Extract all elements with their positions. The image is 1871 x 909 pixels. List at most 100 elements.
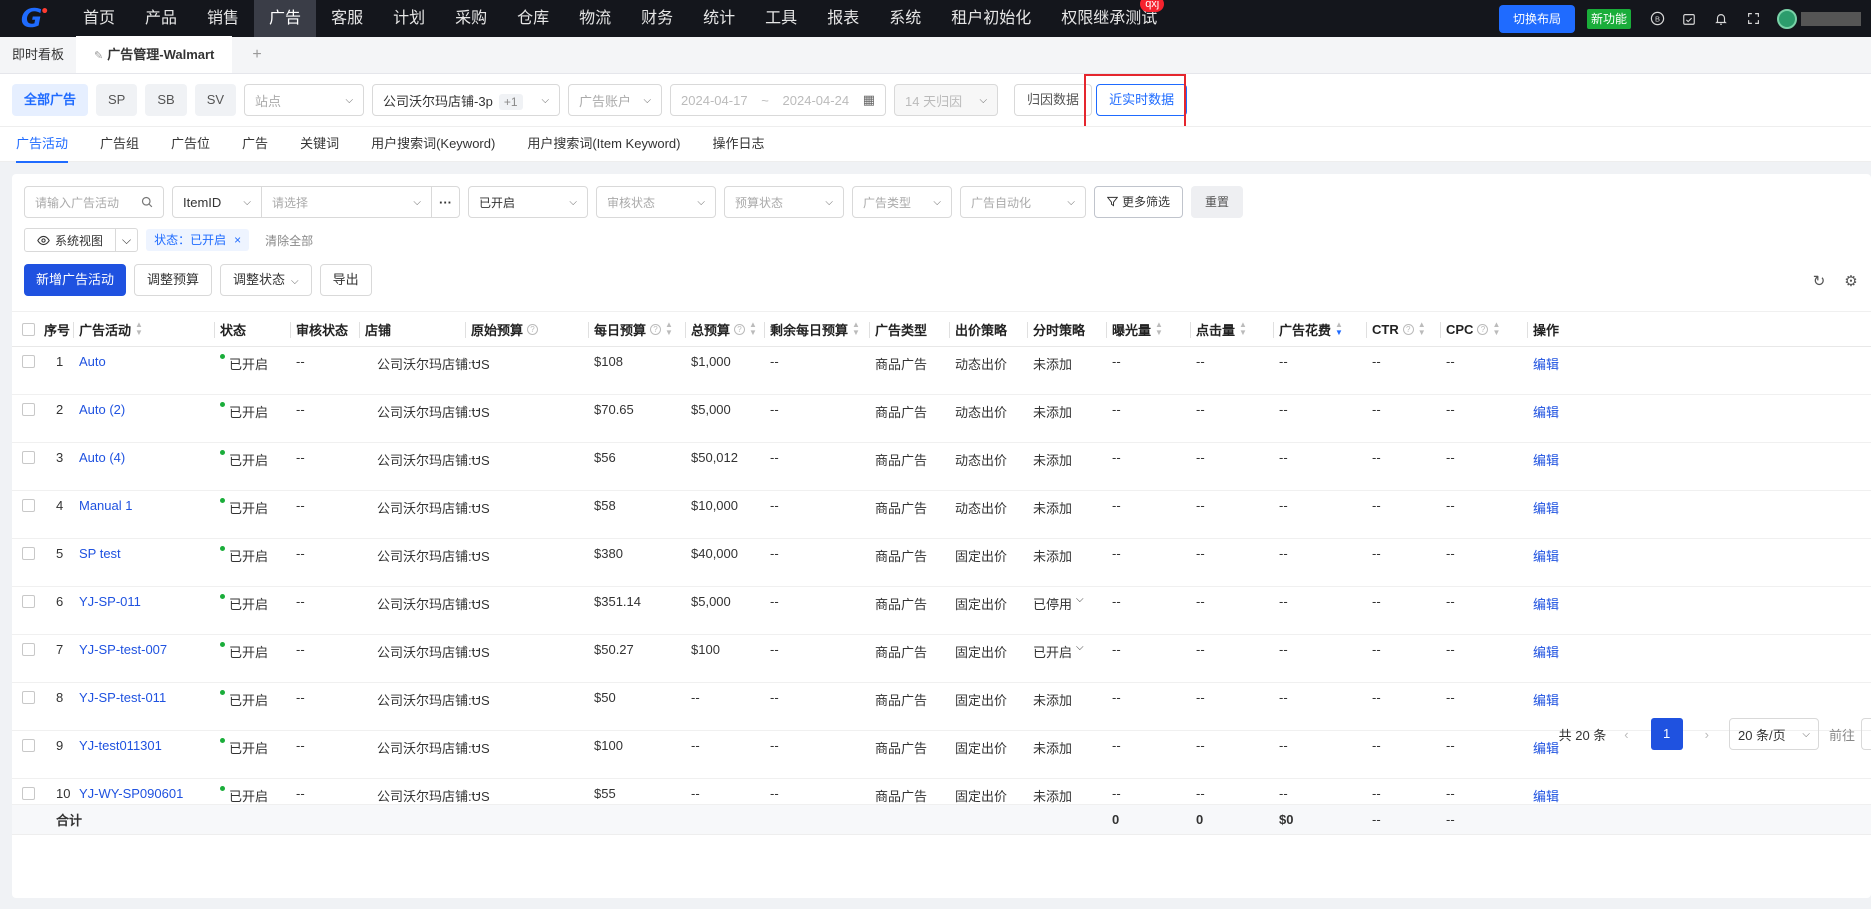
reset-button[interactable]: 重置 [1191, 186, 1244, 218]
status-select[interactable]: 已开启 ⌵ [468, 186, 588, 218]
row-checkbox[interactable] [22, 355, 35, 368]
nav-item[interactable]: 计划 [378, 0, 440, 37]
sort-icon[interactable]: ▲ ▼ [1335, 321, 1343, 337]
subtab[interactable]: 关键词 [300, 127, 339, 163]
new-campaign-button[interactable]: 新增广告活动 [24, 264, 127, 296]
help-circle-icon[interactable]: ? [527, 323, 539, 335]
export-button[interactable]: 导出 [319, 264, 372, 296]
nav-item[interactable]: 租户初始化 [936, 0, 1046, 37]
itemid-select[interactable]: ItemID ⌵ [173, 187, 261, 217]
subtab[interactable]: 操作日志 [712, 127, 764, 163]
edit-link[interactable]: 编辑 [1533, 354, 1559, 373]
header-cell-ctr[interactable]: CTR? ▲ ▼ [1366, 312, 1426, 346]
app-logo[interactable]: G• [0, 0, 68, 37]
campaign-link[interactable]: YJ-SP-011 [79, 594, 141, 609]
pill-sb[interactable]: SB [145, 84, 187, 116]
select-all-checkbox[interactable] [22, 323, 35, 336]
next-page-icon[interactable]: › [1697, 727, 1717, 742]
chevron-down-icon[interactable]: ⌵ [115, 229, 137, 251]
edit-link[interactable]: 编辑 [1533, 642, 1559, 661]
ad-automation-select[interactable]: 广告自动化 ⌵ [960, 186, 1086, 218]
new-feature-badge[interactable]: 新功能 [1586, 8, 1631, 29]
header-cell-remain-daily[interactable]: 剩余每日预算 ▲ ▼ [764, 312, 860, 346]
sort-icon[interactable]: ▲ ▼ [1492, 321, 1500, 337]
more-options-icon[interactable]: ··· [431, 187, 459, 217]
edit-link[interactable]: 编辑 [1533, 498, 1559, 517]
edit-link[interactable]: 编辑 [1533, 546, 1559, 565]
clear-all-link[interactable]: 清除全部 [265, 232, 313, 249]
sort-icon[interactable]: ▲ ▼ [1155, 321, 1163, 337]
attribution-period-select[interactable]: 14 天归因 ⌵ [894, 84, 999, 116]
header-cell-impressions[interactable]: 曝光量 ▲ ▼ [1106, 312, 1163, 346]
sort-icon[interactable]: ▲ ▼ [135, 321, 143, 337]
nav-item[interactable]: 报表 [812, 0, 874, 37]
pill-sp[interactable]: SP [96, 84, 138, 116]
help-circle-icon[interactable]: B [1641, 0, 1673, 37]
cell-dayparting[interactable]: 已开启 ⌵ [1033, 635, 1084, 682]
pill-sv[interactable]: SV [194, 84, 237, 116]
nav-item[interactable]: 广告 [254, 0, 317, 37]
attribution-data-button[interactable]: 归因数据 [1014, 84, 1093, 116]
nav-item[interactable]: 销售 [192, 0, 254, 37]
campaign-link[interactable]: Auto [79, 354, 106, 369]
row-checkbox[interactable] [22, 499, 35, 512]
subtab[interactable]: 广告活动 [16, 127, 69, 163]
pin-icon[interactable]: ✎ [94, 50, 103, 62]
edit-link[interactable]: 编辑 [1533, 786, 1559, 805]
row-checkbox[interactable] [22, 643, 35, 656]
nav-item[interactable]: 权限继承测试 qxj [1046, 0, 1172, 37]
view-select[interactable]: 系统视图 ⌵ [24, 228, 139, 252]
username-redacted[interactable] [1801, 11, 1861, 26]
header-cell-clicks[interactable]: 点击量 ▲ ▼ [1190, 312, 1247, 346]
sort-icon[interactable]: ▲ ▼ [749, 321, 757, 337]
adjust-status-button[interactable]: 调整状态 ⌵ [220, 264, 312, 296]
subtab[interactable]: 用户搜索词(Keyword) [371, 127, 495, 163]
gear-icon[interactable]: ⚙ [1835, 272, 1867, 290]
bell-icon[interactable] [1705, 0, 1737, 37]
campaign-search-input[interactable]: 请输入广告活动 [24, 186, 164, 218]
edit-link[interactable]: 编辑 [1533, 738, 1559, 757]
nav-item[interactable]: 产品 [130, 0, 192, 37]
subtab[interactable]: 广告 [242, 127, 268, 163]
sort-icon[interactable]: ▲ ▼ [1418, 321, 1426, 337]
tab-dashboard[interactable]: 即时看板 [0, 36, 76, 73]
help-circle-icon[interactable]: ? [1402, 323, 1414, 335]
ad-type-select[interactable]: 广告类型 ⌵ [852, 186, 952, 218]
subtab[interactable]: 广告组 [100, 127, 139, 163]
edit-link[interactable]: 编辑 [1533, 450, 1559, 469]
prev-page-icon[interactable]: ‹ [1616, 727, 1636, 742]
page-1-button[interactable]: 1 [1650, 718, 1683, 750]
goto-page-input[interactable] [1861, 718, 1871, 750]
page-size-select[interactable]: 20 条/页 ⌵ [1728, 718, 1819, 750]
nav-item[interactable]: 财务 [626, 0, 688, 37]
nav-item[interactable]: 物流 [564, 0, 626, 37]
tab-ad-management[interactable]: ✎ 广告管理-Walmart [76, 36, 233, 73]
nav-item[interactable]: 系统 [874, 0, 936, 37]
nav-item[interactable]: 工具 [750, 0, 812, 37]
header-cell-cpc[interactable]: CPC? ▲ ▼ [1439, 312, 1500, 346]
date-range-picker[interactable]: 2024-04-17 ~ 2024-04-24 ▦ [670, 84, 887, 116]
more-filters-button[interactable]: 更多筛选 [1094, 186, 1184, 218]
nav-item[interactable]: 统计 [688, 0, 750, 37]
edit-link[interactable]: 编辑 [1533, 594, 1559, 613]
row-checkbox[interactable] [22, 595, 35, 608]
add-tab-button[interactable]: + [232, 36, 281, 73]
campaign-link[interactable]: YJ-WY-SP090601 [79, 786, 183, 801]
sort-icon[interactable]: ▲ ▼ [1239, 321, 1247, 337]
sort-icon[interactable]: ▲ ▼ [852, 321, 860, 337]
budget-status-select[interactable]: 预算状态 ⌵ [724, 186, 844, 218]
help-circle-icon[interactable]: ? [1477, 323, 1489, 335]
header-cell-spend[interactable]: 广告花费 ▲ ▼ [1273, 312, 1343, 346]
campaign-link[interactable]: YJ-SP-test-011 [79, 690, 166, 705]
pill-all-ads[interactable]: 全部广告 [12, 84, 89, 116]
status-filter-tag[interactable]: 状态：已开启 × [146, 229, 250, 251]
nav-item[interactable]: 仓库 [502, 0, 564, 37]
help-circle-icon[interactable]: ? [734, 323, 746, 335]
subtab[interactable]: 广告位 [171, 127, 210, 163]
edit-link[interactable]: 编辑 [1533, 690, 1559, 709]
audit-status-select[interactable]: 审核状态 ⌵ [596, 186, 716, 218]
row-checkbox[interactable] [22, 547, 35, 560]
help-circle-icon[interactable]: ? [650, 323, 662, 335]
nav-item[interactable]: 采购 [440, 0, 502, 37]
row-checkbox[interactable] [22, 739, 35, 752]
